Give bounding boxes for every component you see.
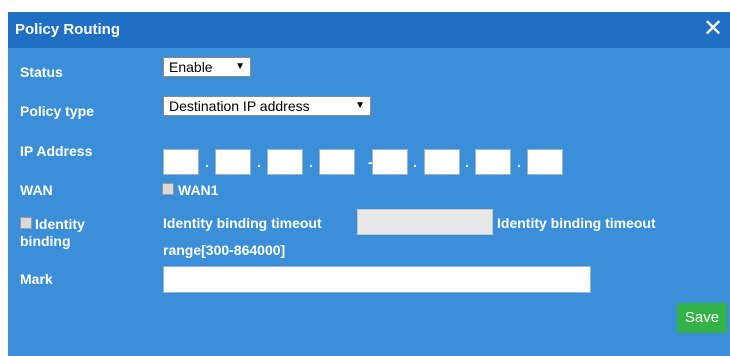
ip-end-octet-3[interactable]: [475, 149, 511, 175]
wan-label: WAN: [20, 182, 53, 198]
identity-timeout-label: Identity binding timeout: [163, 215, 322, 231]
identity-binding-label-line2: binding: [20, 233, 71, 249]
ip-address-label: IP Address: [20, 143, 93, 159]
ip-end-octet-2[interactable]: [424, 149, 460, 175]
ip-start-octet-3[interactable]: [267, 149, 303, 175]
status-label: Status: [20, 64, 63, 80]
ip-dot-separator: .: [257, 154, 261, 170]
mark-label: Mark: [20, 271, 53, 287]
ip-dot-separator: .: [309, 154, 313, 170]
close-icon[interactable]: ✕: [700, 15, 726, 43]
wan1-option-label: WAN1: [178, 182, 219, 198]
policy-type-select[interactable]: Destination IP address ▼: [163, 96, 371, 116]
ip-start-octet-2[interactable]: [215, 149, 251, 175]
policy-type-value: Destination IP address: [169, 98, 310, 114]
ip-dot-separator: .: [413, 154, 417, 170]
policy-type-label: Policy type: [20, 103, 94, 119]
dialog-title: Policy Routing: [15, 21, 120, 38]
ip-end-octet-1[interactable]: [372, 149, 408, 175]
wan1-checkbox[interactable]: [162, 183, 174, 195]
chevron-down-icon: ▼: [235, 61, 245, 72]
identity-binding-checkbox[interactable]: [20, 217, 32, 229]
mark-input[interactable]: [163, 266, 591, 293]
ip-dot-separator: .: [465, 154, 469, 170]
ip-start-octet-1[interactable]: [163, 149, 199, 175]
ip-end-octet-4[interactable]: [527, 149, 563, 175]
identity-binding-label-line1: Identity: [35, 216, 85, 232]
ip-dot-separator: .: [205, 154, 209, 170]
dialog-titlebar: Policy Routing ✕: [8, 12, 730, 48]
identity-timeout-range-label: Identity binding timeout: [497, 215, 656, 231]
ip-start-octet-4[interactable]: [319, 149, 355, 175]
identity-timeout-input[interactable]: [357, 209, 493, 235]
save-button[interactable]: Save: [677, 303, 727, 333]
chevron-down-icon: ▼: [355, 100, 365, 111]
status-value: Enable: [169, 59, 213, 75]
status-select[interactable]: Enable ▼: [163, 57, 251, 77]
policy-routing-dialog: Policy Routing ✕ Status Enable ▼ Policy …: [8, 12, 730, 356]
ip-dot-separator: .: [517, 154, 521, 170]
identity-timeout-range: range[300-864000]: [163, 242, 286, 258]
